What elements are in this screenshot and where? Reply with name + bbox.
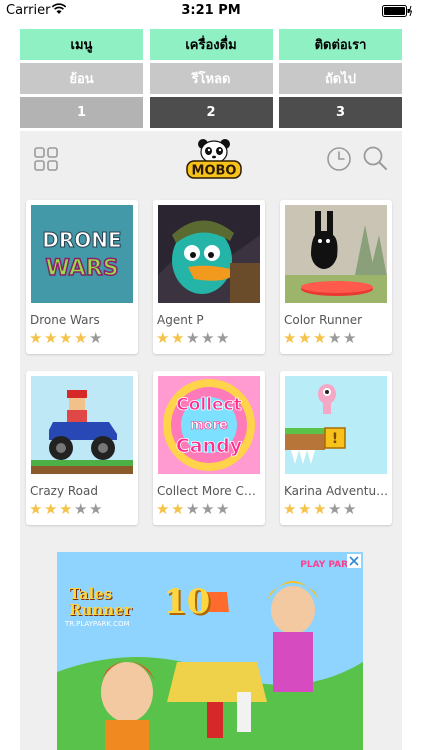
star-icon: ★ [313, 500, 327, 518]
star-icon: ★ [343, 500, 357, 518]
svg-text:MOBO: MOBO [192, 164, 237, 179]
reload-button[interactable]: รีโหลด [149, 63, 273, 94]
status-bar: Carrier 3:21 PM [0, 0, 422, 22]
control-row: ย้อน รีโหลด ถัดไป [20, 63, 402, 94]
game-title: Karina Adventures [284, 484, 390, 498]
game-title: Color Runner [284, 313, 363, 327]
collect-text: Collect [176, 395, 242, 415]
rating-stars: ★ ★ ★ ★ ★ [156, 329, 231, 347]
menu-button[interactable]: เมนู [20, 29, 143, 60]
game-title: Agent P [157, 313, 204, 327]
ad-anniversary: 10 [163, 582, 211, 622]
star-icon: ★ [328, 329, 342, 347]
rating-stars: ★ ★ ★ ★ ★ [29, 329, 104, 347]
mobo-logo: MOBO [186, 139, 242, 179]
crazy-road-thumbnail [31, 376, 133, 474]
candy-text: Candy [176, 435, 243, 457]
contact-button[interactable]: ติดต่อเรา [279, 29, 402, 60]
grid-menu-icon[interactable] [34, 147, 58, 171]
star-icon: ★ [171, 329, 185, 347]
rating-stars: ★ ★ ★ ★ ★ [156, 500, 231, 518]
next-button[interactable]: ถัดไป [279, 63, 402, 94]
game-card-color-runner[interactable]: Color Runner ★ ★ ★ ★ ★ [280, 200, 392, 354]
game-card-agent-p[interactable]: Agent P ★ ★ ★ ★ ★ [153, 200, 265, 354]
star-icon: ★ [283, 500, 297, 518]
wars-title-text: WARS [45, 256, 118, 281]
star-icon: ★ [44, 500, 58, 518]
star-icon: ★ [29, 329, 43, 347]
star-icon: ★ [298, 329, 312, 347]
more-text: more [190, 418, 228, 433]
agent-p-thumbnail [158, 205, 260, 303]
star-icon: ★ [156, 329, 170, 347]
star-icon: ★ [74, 329, 88, 347]
ad-banner[interactable]: Tales Runner TR.PLAYPARK.COM 10 PLAY PAR… [57, 552, 363, 750]
star-icon: ★ [59, 500, 73, 518]
game-card-crazy-road[interactable]: Crazy Road ★ ★ ★ ★ ★ [26, 371, 138, 525]
game-panel: MOBO DRONE WARS Drone Wars ★ ★ ★ ★ ★ Age… [20, 131, 402, 750]
history-icon[interactable] [326, 146, 352, 172]
karina-adventures-thumbnail: ! [285, 376, 387, 474]
star-icon: ★ [74, 500, 88, 518]
game-title: Drone Wars [30, 313, 100, 327]
back-button[interactable]: ย้อน [20, 63, 143, 94]
star-icon: ★ [216, 500, 230, 518]
page-3-button[interactable]: 3 [279, 97, 402, 128]
ad-url: TR.PLAYPARK.COM [65, 620, 130, 628]
nav-row: เมนู เครื่องดื่ม ติดต่อเรา [20, 29, 402, 60]
rating-stars: ★ ★ ★ ★ ★ [29, 500, 104, 518]
star-icon: ★ [186, 500, 200, 518]
star-icon: ★ [201, 500, 215, 518]
star-icon: ★ [59, 329, 73, 347]
pagination-row: 1 2 3 [20, 97, 402, 128]
ad-close-icon[interactable] [347, 554, 361, 568]
rating-stars: ★ ★ ★ ★ ★ [283, 329, 358, 347]
rating-stars: ★ ★ ★ ★ ★ [283, 500, 358, 518]
game-title: Crazy Road [30, 484, 98, 498]
clock: 3:21 PM [181, 3, 241, 18]
star-icon: ★ [156, 500, 170, 518]
star-icon: ★ [44, 329, 58, 347]
star-icon: ★ [216, 329, 230, 347]
svg-text:!: ! [332, 431, 338, 447]
game-title: Collect More Candy [157, 484, 263, 498]
star-icon: ★ [89, 329, 103, 347]
page-1-button[interactable]: 1 [20, 97, 143, 128]
battery-icon [382, 5, 412, 17]
star-icon: ★ [283, 329, 297, 347]
star-icon: ★ [343, 329, 357, 347]
star-icon: ★ [89, 500, 103, 518]
page-2-button[interactable]: 2 [149, 97, 273, 128]
star-icon: ★ [328, 500, 342, 518]
star-icon: ★ [186, 329, 200, 347]
game-card-collect-more-candy[interactable]: Collect more Candy Collect More Candy ★ ★… [153, 371, 265, 525]
star-icon: ★ [201, 329, 215, 347]
game-card-drone-wars[interactable]: DRONE WARS Drone Wars ★ ★ ★ ★ ★ [26, 200, 138, 354]
star-icon: ★ [313, 329, 327, 347]
drinks-button[interactable]: เครื่องดื่ม [149, 29, 273, 60]
collect-candy-thumbnail: Collect more Candy [158, 376, 260, 474]
drone-title-text: DRONE [42, 228, 121, 252]
star-icon: ★ [29, 500, 43, 518]
ad-game-title: Tales Runner [69, 585, 132, 619]
star-icon: ★ [298, 500, 312, 518]
star-icon: ★ [171, 500, 185, 518]
color-runner-thumbnail [285, 205, 387, 303]
drone-wars-thumbnail: DRONE WARS [31, 205, 133, 303]
search-icon[interactable] [362, 145, 388, 171]
game-card-karina-adventures[interactable]: ! Karina Adventures ★ ★ ★ ★ ★ [280, 371, 392, 525]
